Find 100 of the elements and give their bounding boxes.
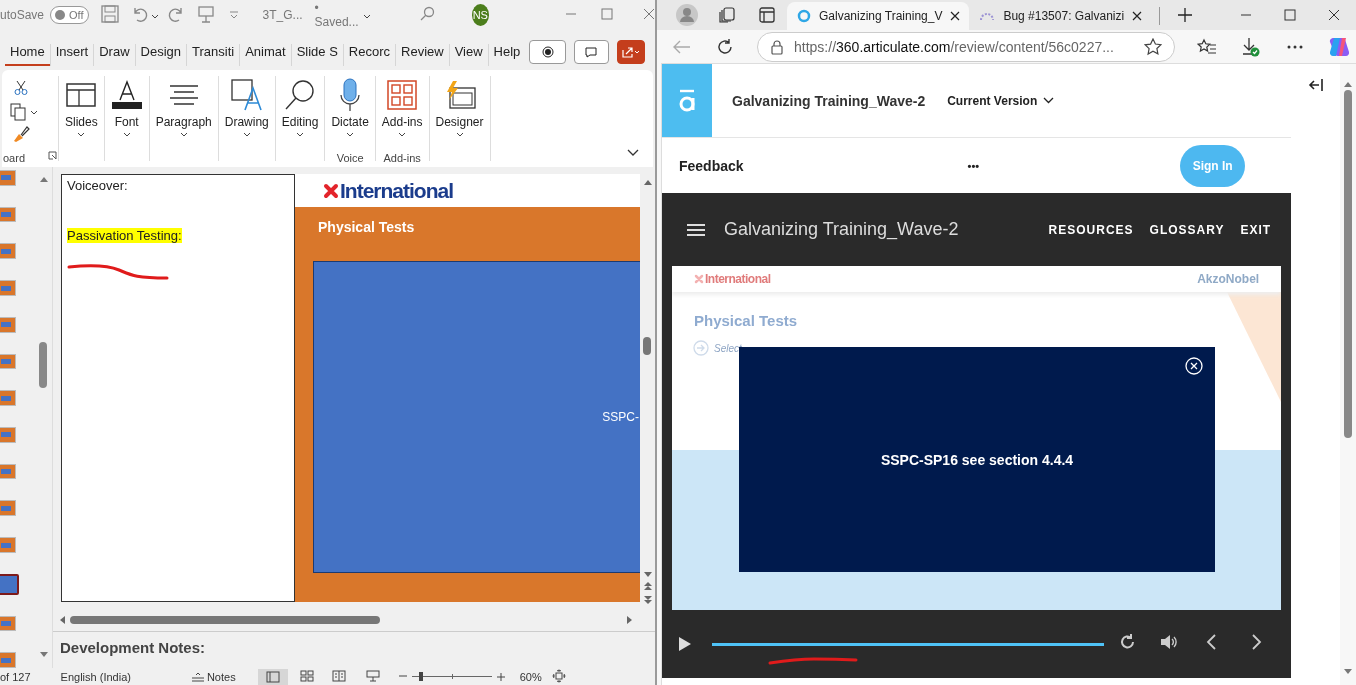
search-icon[interactable] <box>418 5 435 22</box>
tab-actions-icon[interactable] <box>759 7 775 23</box>
slide-thumbnail[interactable] <box>0 427 16 443</box>
close-icon[interactable] <box>1328 9 1340 21</box>
ribbon-button[interactable]: Editing <box>281 76 319 137</box>
zoom-percent[interactable]: 60% <box>519 670 542 683</box>
previous-slide-icon[interactable] <box>643 581 653 591</box>
replay-icon[interactable] <box>1120 633 1136 651</box>
volume-icon[interactable] <box>1160 634 1178 650</box>
ribbon-tab[interactable]: Recorc <box>343 44 396 66</box>
play-icon[interactable] <box>678 636 692 652</box>
scroll-down-icon[interactable] <box>39 651 49 659</box>
slide-thumbnail[interactable] <box>0 390 16 407</box>
slide-thumbnail[interactable] <box>0 170 16 186</box>
ribbon-tab[interactable]: Insert <box>50 44 95 66</box>
scroll-up-icon[interactable] <box>1343 81 1354 88</box>
more-button[interactable]: ••• <box>967 159 980 172</box>
zoom-slider[interactable] <box>411 672 492 681</box>
ribbon-tab[interactable]: View <box>449 44 489 66</box>
favorites-icon[interactable] <box>1197 37 1217 56</box>
slide-thumbnail[interactable] <box>0 500 16 517</box>
more-icon[interactable] <box>1287 44 1303 49</box>
player-menu-link[interactable]: RESOURCES <box>1048 222 1134 237</box>
ribbon-tab[interactable]: Home <box>5 44 51 66</box>
normal-view-button[interactable] <box>257 668 288 685</box>
slide-thumbnail[interactable] <box>0 537 16 553</box>
ribbon-button[interactable]: Slides <box>65 76 98 137</box>
new-tab-icon[interactable] <box>1177 7 1194 23</box>
slideshow-icon[interactable] <box>365 669 380 682</box>
progress-bar[interactable] <box>712 642 1104 646</box>
ribbon-tab[interactable]: Help <box>488 44 526 66</box>
notes-button[interactable]: Notes <box>190 670 236 683</box>
share-button[interactable] <box>616 40 645 64</box>
address-field[interactable]: https://360.articulate.com/review/content/56c0227... <box>757 31 1175 62</box>
previous-icon[interactable] <box>1206 634 1216 650</box>
autosave-toggle[interactable]: Off <box>50 6 89 24</box>
slide-thumbnail[interactable] <box>0 280 16 296</box>
dialog-launcher-icon[interactable] <box>48 151 57 160</box>
scroll-down-icon[interactable] <box>1343 668 1354 675</box>
ribbon-tab[interactable]: Transiti <box>187 44 241 66</box>
player-menu-link[interactable]: EXIT <box>1240 222 1272 237</box>
ribbon-tab[interactable]: Draw <box>94 44 136 66</box>
collapse-sidebar-icon[interactable] <box>1307 78 1324 92</box>
menu-icon[interactable] <box>686 222 706 237</box>
scroll-up-icon[interactable] <box>39 175 49 183</box>
ribbon-tab[interactable]: Review <box>396 44 450 66</box>
close-tab-icon[interactable] <box>950 11 961 21</box>
refresh-icon[interactable] <box>716 37 734 56</box>
record-button[interactable] <box>529 40 566 64</box>
version-dropdown[interactable]: Current Version <box>947 93 1055 108</box>
scrollbar-thumb[interactable] <box>1344 90 1353 438</box>
scissors-icon[interactable] <box>14 80 28 96</box>
scrollbar-thumb[interactable] <box>70 616 380 624</box>
close-tab-icon[interactable] <box>1132 11 1143 21</box>
ribbon-tab[interactable]: Design <box>135 44 187 66</box>
scrollbar-thumb[interactable] <box>39 342 47 388</box>
save-icon[interactable] <box>100 4 119 23</box>
slide-thumbnail[interactable] <box>0 615 16 632</box>
slide-thumbnail[interactable] <box>0 463 16 480</box>
collapse-ribbon-icon[interactable] <box>627 149 639 156</box>
slide-thumbnail[interactable] <box>0 243 16 260</box>
slide-thumbnail[interactable] <box>0 353 16 370</box>
ribbon-tab[interactable]: Slide S <box>291 44 344 66</box>
language-label[interactable]: English (India) <box>60 670 131 683</box>
scrollbar-thumb[interactable] <box>643 337 651 355</box>
maximize-icon[interactable] <box>1284 9 1296 21</box>
presenter-icon[interactable] <box>196 4 215 23</box>
slide-thumbnail[interactable] <box>0 206 16 223</box>
ribbon-button[interactable]: Drawing <box>224 76 269 137</box>
reading-view-icon[interactable] <box>331 669 346 682</box>
ribbon-button[interactable]: Dictate <box>331 76 369 137</box>
maximize-icon[interactable] <box>601 7 613 20</box>
slide-thumbnail[interactable] <box>0 316 16 333</box>
scroll-down-icon[interactable] <box>643 571 653 579</box>
ribbon-button[interactable]: Paragraph <box>155 76 212 137</box>
next-icon[interactable] <box>1252 634 1262 650</box>
copy-icon[interactable] <box>10 103 26 121</box>
star-icon[interactable] <box>1144 37 1162 56</box>
browser-tab[interactable]: Galvanizing Training_V <box>787 2 970 30</box>
zoom-in-icon[interactable] <box>495 671 506 682</box>
collections-icon[interactable] <box>719 7 735 23</box>
scroll-up-icon[interactable] <box>643 178 653 186</box>
ribbon-button[interactable]: Font <box>110 76 143 137</box>
next-slide-icon[interactable] <box>643 595 653 605</box>
download-icon[interactable] <box>1242 36 1260 57</box>
user-avatar[interactable]: NS <box>471 4 489 26</box>
slide-sorter-icon[interactable] <box>299 669 314 682</box>
slide-thumbnail[interactable] <box>0 652 16 668</box>
slide-thumbnail[interactable] <box>0 573 19 595</box>
ribbon-tab[interactable]: Animat <box>240 44 292 66</box>
slider-thumb[interactable] <box>419 672 424 681</box>
ribbon-button[interactable]: Add-ins <box>381 76 423 137</box>
comment-button[interactable] <box>573 40 609 64</box>
player-menu-link[interactable]: GLOSSARY <box>1149 222 1225 237</box>
scroll-right-icon[interactable] <box>626 615 633 625</box>
brush-icon[interactable] <box>12 125 30 143</box>
profile-icon[interactable] <box>676 4 698 26</box>
ribbon-button[interactable]: Designer <box>435 76 484 137</box>
fit-slide-icon[interactable] <box>551 668 566 683</box>
scroll-left-icon[interactable] <box>59 615 66 625</box>
